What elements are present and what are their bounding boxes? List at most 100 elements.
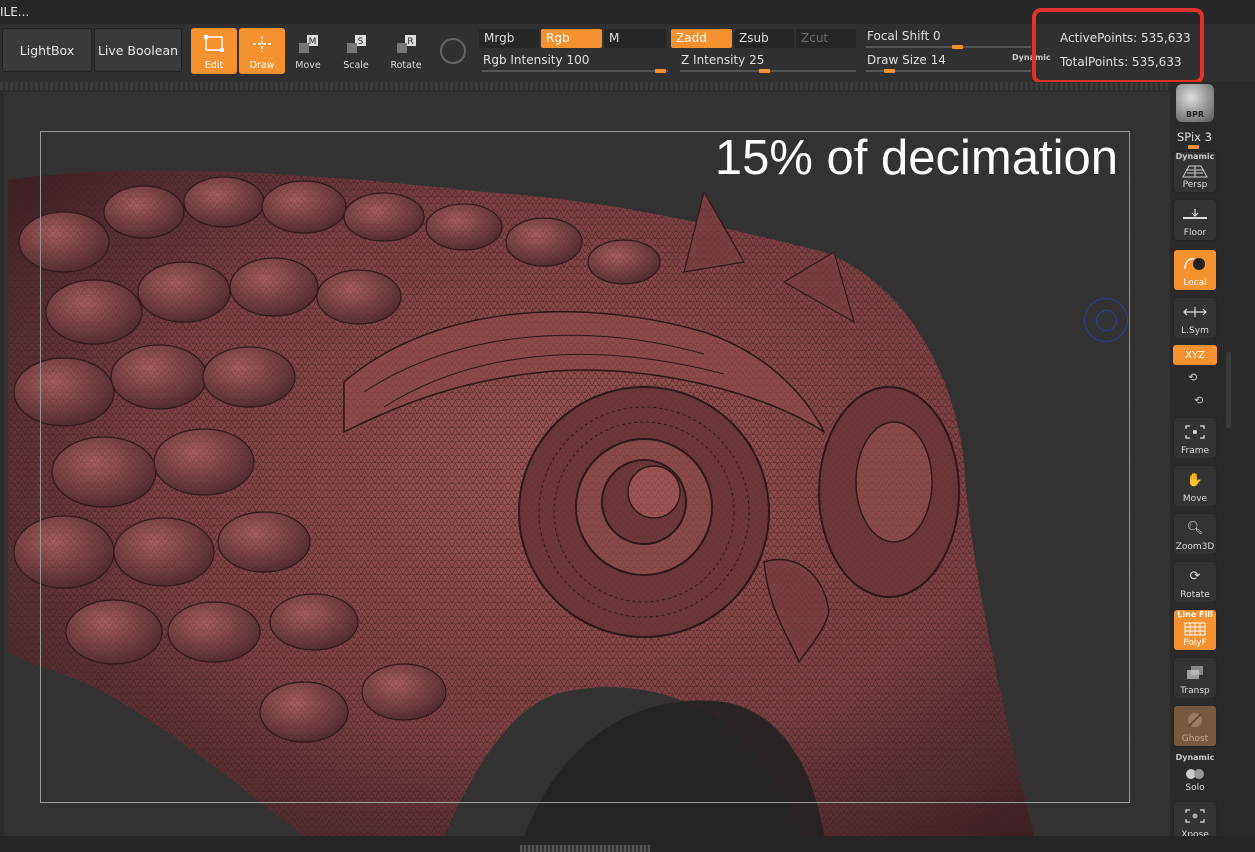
scale-label: Scale	[343, 60, 369, 71]
ghost-icon	[1184, 706, 1206, 734]
bottom-tray-handle[interactable]	[520, 845, 650, 852]
svg-text:M: M	[309, 37, 317, 47]
decimation-caption: 15% of decimation	[714, 131, 1118, 185]
rotate-tool-button[interactable]: R Rotate	[383, 28, 429, 74]
draw-button[interactable]: Draw	[239, 28, 285, 74]
menu-item[interactable]: ILE...	[0, 5, 29, 19]
scale-tool-button[interactable]: S Scale	[333, 28, 379, 74]
lightbox-button[interactable]: LightBox	[2, 28, 92, 72]
brush-cursor	[1084, 298, 1128, 342]
edit-icon	[203, 28, 225, 60]
rotate-view-label: Rotate	[1180, 590, 1210, 600]
zcut-button[interactable]: Zcut	[796, 29, 856, 48]
magnifier-icon: 🔍︎	[1186, 520, 1204, 536]
xyz-button[interactable]: XYZ	[1173, 345, 1217, 365]
total-points: TotalPoints: 535,633	[1060, 55, 1182, 69]
draw-size-label: Draw Size	[867, 53, 927, 67]
shelf-scrollbar[interactable]	[1226, 352, 1231, 428]
bpr-label: BPR	[1185, 110, 1205, 119]
rgb-intensity-knob[interactable]	[655, 69, 666, 73]
solo-dynamic-label: Dynamic	[1175, 753, 1215, 762]
rotate-label: Rotate	[390, 60, 422, 71]
local-button[interactable]: Local	[1173, 249, 1217, 291]
frame-button[interactable]: Frame	[1173, 417, 1217, 459]
rotate-icon: R	[394, 28, 418, 60]
ghost-label: Ghost	[1181, 734, 1209, 744]
edit-label: Edit	[204, 60, 224, 71]
persp-button[interactable]: Dynamic Persp	[1173, 151, 1217, 193]
spix-slider[interactable]: SPix 3	[1177, 130, 1212, 144]
scale-icon: S	[344, 28, 368, 60]
solo-button[interactable]: Dynamic Solo	[1173, 753, 1217, 795]
document-frame	[40, 131, 1130, 803]
floor-button[interactable]: Floor	[1173, 199, 1217, 241]
grid-perspective-icon	[1181, 161, 1209, 180]
draw-label: Draw	[249, 60, 275, 71]
xyz-label: XYZ	[1185, 349, 1205, 361]
frame-label: Frame	[1180, 446, 1210, 456]
z-intensity-value: 25	[749, 53, 765, 67]
focal-shift-track[interactable]	[866, 46, 1031, 48]
symmetry-icon	[1181, 298, 1209, 326]
rgb-intensity-value: 100	[566, 53, 590, 67]
viewport-canvas[interactable]: 15% of decimation	[4, 92, 1170, 836]
zoom3d-button[interactable]: 🔍︎ Zoom3D	[1173, 513, 1217, 555]
focal-shift-slider[interactable]: Focal Shift 0	[867, 29, 941, 43]
rotate-z-icon[interactable]: ⟲	[1194, 394, 1203, 407]
polyf-label: PolyF	[1183, 638, 1207, 648]
rgb-intensity-slider[interactable]: Rgb Intensity 100	[483, 53, 589, 67]
spix-knob[interactable]	[1188, 145, 1199, 149]
ghost-button[interactable]: Ghost	[1173, 705, 1217, 747]
move-view-button[interactable]: ✋ Move	[1173, 465, 1217, 507]
local-label: Local	[1183, 278, 1207, 288]
floor-label: Floor	[1183, 228, 1207, 238]
lsym-label: L.Sym	[1181, 326, 1209, 336]
ruler-strip	[0, 82, 1170, 90]
transp-label: Transp	[1180, 686, 1210, 696]
focal-shift-label: Focal Shift	[867, 29, 930, 43]
focal-shift-value: 0	[933, 29, 941, 43]
solo-spheres-icon	[1184, 762, 1206, 783]
zoom3d-label: Zoom3D	[1175, 542, 1215, 552]
polyf-button[interactable]: Line Fill PolyF	[1173, 609, 1217, 651]
hand-icon: ✋	[1186, 472, 1204, 488]
point-stats-highlight: ActivePoints: 535,633 TotalPoints: 535,6…	[1032, 8, 1204, 84]
lsym-button[interactable]: L.Sym	[1173, 297, 1217, 339]
persp-dynamic-label: Dynamic	[1175, 152, 1215, 161]
live-boolean-button[interactable]: Live Boolean	[94, 28, 182, 72]
rotate-y-icon[interactable]: ⟲	[1188, 371, 1197, 384]
transparency-icon	[1184, 658, 1206, 686]
rgb-button[interactable]: Rgb	[541, 29, 602, 48]
svg-text:S: S	[358, 37, 364, 47]
z-intensity-knob[interactable]	[759, 69, 770, 73]
edit-button[interactable]: Edit	[191, 28, 237, 74]
local-icon	[1181, 250, 1209, 278]
active-points: ActivePoints: 535,633	[1060, 31, 1191, 45]
rotate-view-button[interactable]: ⟳ Rotate	[1173, 561, 1217, 603]
svg-text:R: R	[407, 37, 413, 47]
draw-icon	[251, 28, 273, 60]
frame-icon	[1184, 418, 1206, 446]
move-label: Move	[295, 60, 321, 71]
mrgb-button[interactable]: Mrgb	[479, 29, 539, 48]
move-view-label: Move	[1182, 494, 1208, 504]
sphere-material-icon[interactable]	[440, 38, 466, 64]
draw-size-value: 14	[930, 53, 946, 67]
draw-size-knob[interactable]	[884, 69, 895, 73]
bpr-button[interactable]: BPR	[1176, 84, 1214, 122]
m-button[interactable]: M	[604, 29, 666, 48]
move-tool-button[interactable]: M Move	[285, 28, 331, 74]
z-intensity-slider[interactable]: Z Intensity 25	[681, 53, 764, 67]
focal-shift-knob[interactable]	[952, 45, 963, 49]
rotate-view-icon: ⟳	[1189, 568, 1201, 584]
move-icon: M	[296, 28, 320, 60]
transp-button[interactable]: Transp	[1173, 657, 1217, 699]
rgb-intensity-track[interactable]	[482, 70, 668, 72]
solo-label: Solo	[1185, 783, 1205, 793]
zsub-button[interactable]: Zsub	[734, 29, 794, 48]
draw-size-slider[interactable]: Draw Size 14	[867, 53, 946, 67]
persp-label: Persp	[1182, 180, 1208, 190]
polygrid-icon	[1183, 619, 1207, 638]
z-intensity-label: Z Intensity	[681, 53, 746, 67]
zadd-button[interactable]: Zadd	[671, 29, 732, 48]
